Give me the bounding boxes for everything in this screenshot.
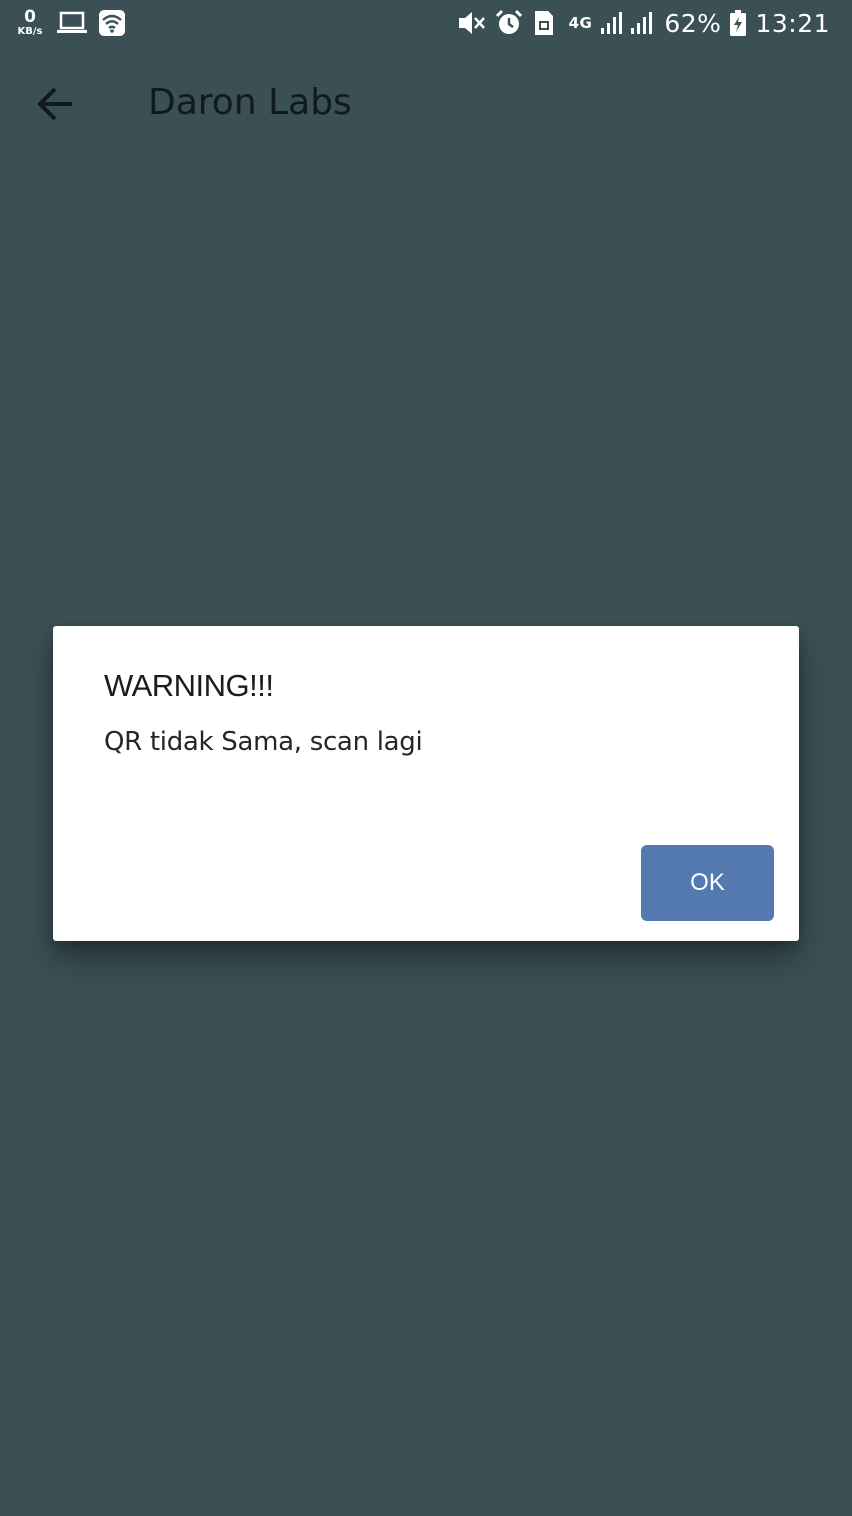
page-title: Daron Labs: [148, 82, 352, 123]
network-speed-value: 0: [24, 7, 36, 27]
dialog-message: QR tidak Sama, scan lagi: [104, 727, 423, 757]
network-speed-unit: KB/s: [17, 26, 43, 37]
battery-icon: [729, 9, 747, 37]
clock-time: 13:21: [755, 8, 830, 38]
status-bar: 0 KB/s 4G 62% 13:21: [0, 0, 852, 48]
signal-icon: [600, 10, 656, 36]
mute-icon: [457, 10, 487, 36]
status-bar-left: 0 KB/s: [14, 6, 126, 40]
network-type: 4G: [568, 13, 593, 32]
app-bar: Daron Labs: [0, 48, 852, 164]
battery-percent: 62%: [664, 8, 722, 38]
wifi-icon: [98, 9, 126, 37]
network-speed-indicator: 0 KB/s: [14, 9, 46, 37]
status-bar-right: 4G 62% 13:21: [457, 6, 830, 40]
arrow-left-icon: [36, 86, 76, 127]
laptop-icon: [56, 10, 88, 36]
screen: 0 KB/s 4G 62% 13:21 Daron Labs WARNING!!…: [0, 0, 852, 1516]
ok-button[interactable]: OK: [641, 845, 774, 921]
back-button[interactable]: [26, 76, 86, 136]
alarm-icon: [495, 9, 523, 37]
dialog-title: WARNING!!!: [104, 668, 274, 703]
sim-icon: [531, 9, 557, 37]
warning-dialog: WARNING!!! QR tidak Sama, scan lagi OK: [53, 626, 799, 941]
